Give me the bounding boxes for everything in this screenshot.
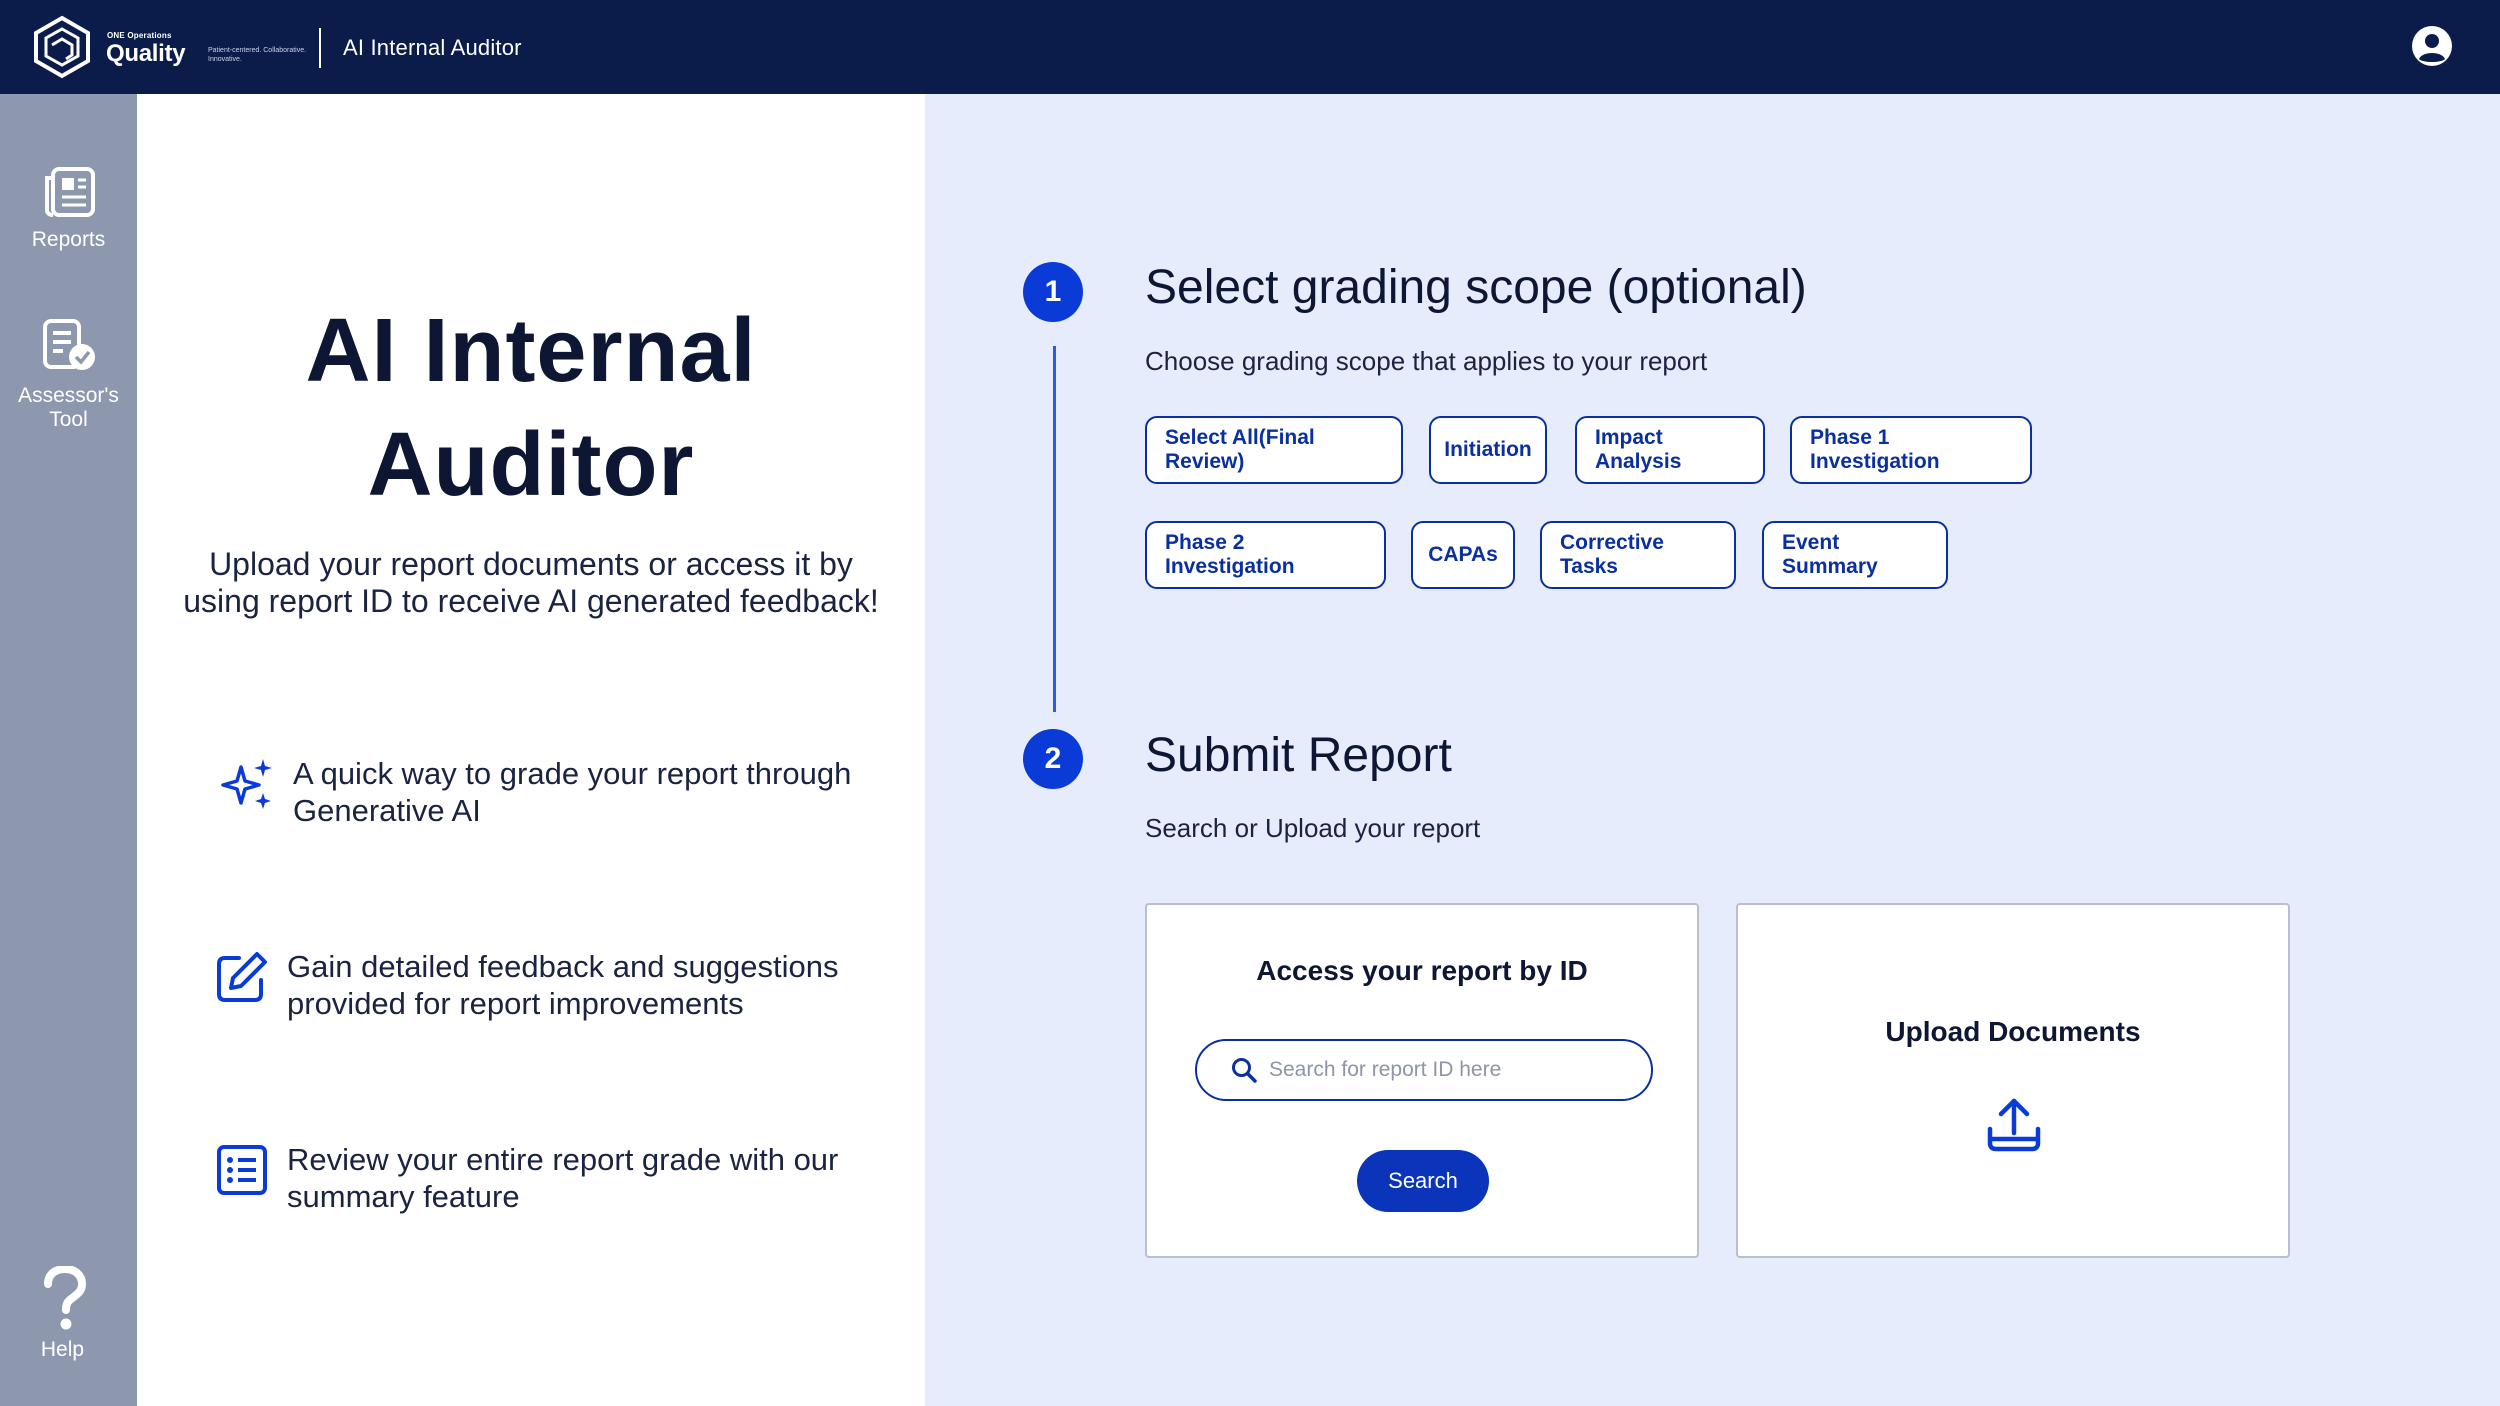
scope-chip-phase-2[interactable]: Phase 2 Investigation	[1145, 521, 1386, 589]
assessor-tool-icon	[42, 319, 95, 370]
sidebar-item-help[interactable]: Help	[0, 1266, 137, 1362]
edit-icon	[217, 952, 267, 1002]
help-icon	[44, 1266, 87, 1330]
step-2-description: Search or Upload your report	[1145, 813, 1481, 843]
page-title: AI Internal Auditor	[305, 301, 757, 515]
sidebar-item-assessors-tool[interactable]: Assessor's Tool	[0, 318, 137, 432]
step-2-badge: 2	[1023, 729, 1083, 789]
upload-icon[interactable]	[1985, 1095, 2043, 1155]
step-2-title: Submit Report	[1145, 729, 1452, 782]
intro-panel: AI Internal Auditor Upload your report d…	[137, 94, 925, 1406]
feature-text: A quick way to grade your report through…	[293, 756, 852, 828]
access-by-id-card: Access your report by ID Search	[1145, 903, 1699, 1258]
sidebar-item-label: Assessor's Tool	[18, 384, 119, 431]
report-id-search-input[interactable]	[1269, 1058, 1629, 1082]
feature-text: Review your entire report grade with our…	[287, 1142, 839, 1214]
logo-small-text: ONE Operations	[107, 31, 172, 40]
feature-text: Gain detailed feedback and suggestions p…	[287, 949, 839, 1021]
intro-subtitle: Upload your report documents or access i…	[183, 546, 879, 619]
scope-chip-event-summary[interactable]: Event Summary	[1762, 521, 1948, 589]
reports-icon	[44, 167, 95, 217]
sidebar-item-label: Reports	[31, 228, 106, 251]
scope-chip-corrective-tasks[interactable]: Corrective Tasks	[1540, 521, 1736, 589]
header-divider	[319, 28, 321, 68]
step-1-description: Choose grading scope that applies to you…	[1145, 346, 1708, 376]
side-rail: Reports Assessor's Tool Help	[0, 94, 137, 1406]
quality-logo-icon	[34, 15, 90, 79]
sidebar-item-reports[interactable]: Reports	[0, 166, 137, 252]
search-icon	[1232, 1058, 1257, 1083]
sidebar-item-label: Help	[40, 1338, 85, 1361]
upload-documents-card[interactable]: Upload Documents	[1736, 903, 2290, 1258]
feature-item: Gain detailed feedback and suggestions p…	[213, 948, 887, 1022]
feature-item: Review your entire report grade with our…	[213, 1141, 887, 1215]
scope-chip-initiation[interactable]: Initiation	[1429, 416, 1547, 484]
step-1-badge: 1	[1023, 262, 1083, 322]
scope-chip-phase-1[interactable]: Phase 1 Investigation	[1790, 416, 2032, 484]
scope-chip-impact-analysis[interactable]: Impact Analysis	[1575, 416, 1765, 484]
step-connector	[1053, 346, 1056, 712]
scope-chip-select-all[interactable]: Select All(Final Review)	[1145, 416, 1403, 484]
top-bar: ONE Operations Quality Patient-centered.…	[0, 0, 2500, 94]
account-icon[interactable]	[2410, 24, 2454, 68]
sparkles-icon	[221, 759, 272, 809]
feature-item: A quick way to grade your report through…	[219, 755, 893, 829]
upload-card-title: Upload Documents	[1885, 1016, 2141, 1047]
access-card-title: Access your report by ID	[1256, 955, 1588, 986]
search-box[interactable]	[1195, 1039, 1653, 1101]
search-button[interactable]: Search	[1357, 1150, 1489, 1212]
logo-tagline: Patient-centered. Collaborative. Innovat…	[208, 47, 307, 63]
list-icon	[217, 1145, 267, 1195]
scope-chip-capas[interactable]: CAPAs	[1411, 521, 1515, 589]
step-1-title: Select grading scope (optional)	[1145, 261, 1807, 314]
app-title: AI Internal Auditor	[343, 35, 522, 60]
logo-wordmark: Quality	[106, 40, 186, 67]
